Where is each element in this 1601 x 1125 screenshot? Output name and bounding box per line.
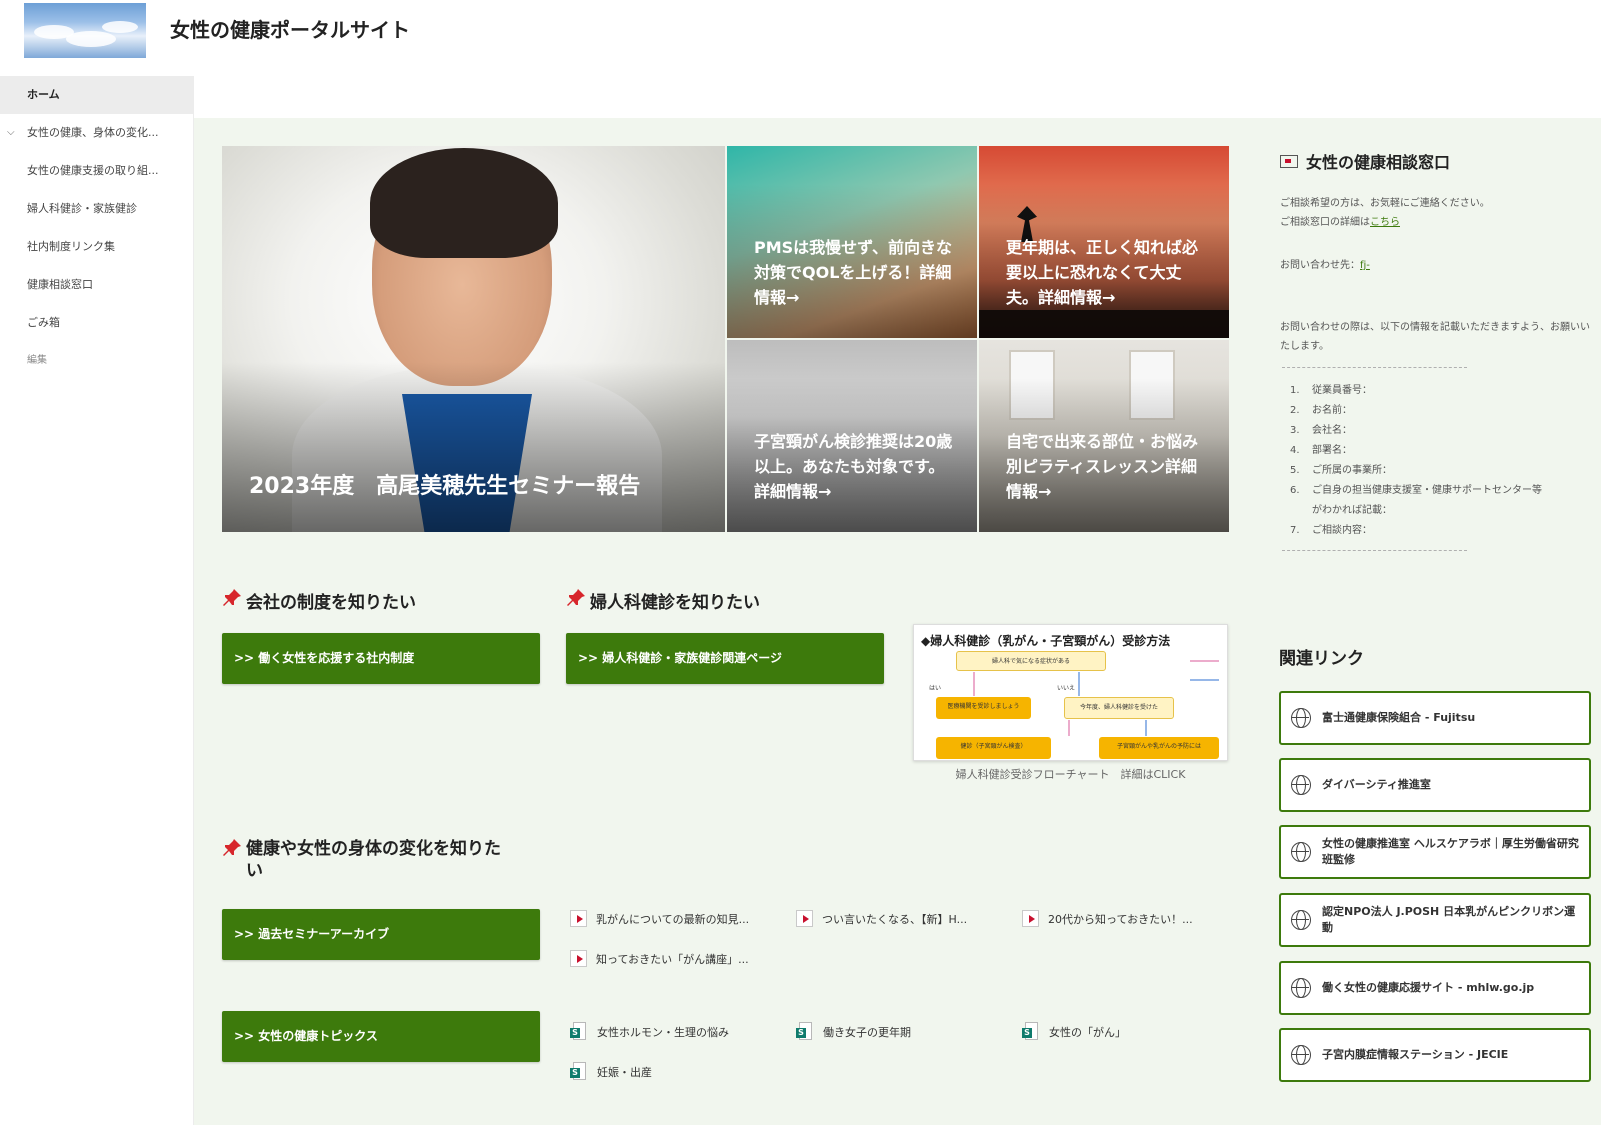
nav-item-recycle-bin[interactable]: ごみ箱 (0, 304, 193, 342)
hero-tile-caption: PMSは我慢せず、前向きな対策でQOLを上げる！詳細情報→ (754, 238, 953, 307)
video-link[interactable]: 20代から知っておきたい！... (1022, 910, 1193, 927)
hero-tile-caption: 更年期は、正しく知れば必要以上に恐れなくて大丈夫。詳細情報→ (1006, 238, 1199, 307)
hero-main-tile[interactable]: 2023年度 高尾美穂先生セミナー報告 (222, 146, 725, 532)
left-navigation: ホーム ⌵ 女性の健康、身体の変化... 女性の健康支援の取り組... 婦人科健… (0, 76, 194, 1125)
nav-item-initiatives[interactable]: 女性の健康支援の取り組... (0, 152, 193, 190)
hero-tile-menopause[interactable]: 更年期は、正しく知れば必要以上に恐れなくて大丈夫。詳細情報→ (979, 146, 1229, 338)
globe-icon (1291, 775, 1311, 795)
related-link-card[interactable]: 認定NPO法人 J.POSH 日本乳がんピンクリボン運動 (1279, 893, 1591, 947)
contact-title: 女性の健康相談窓口 (1280, 149, 1450, 173)
page-icon: S (1022, 1022, 1039, 1041)
site-title[interactable]: 女性の健康ポータルサイト (170, 14, 410, 43)
video-icon (796, 910, 813, 927)
flowchart-card[interactable]: ◆婦人科健診（乳がん・子宮頸がん）受診方法 婦人科で気になる症状がある はい い… (913, 624, 1228, 761)
divider (1282, 367, 1467, 368)
nav-item-policy-links[interactable]: 社内制度リンク集 (0, 228, 193, 266)
hero-photo-hair (370, 148, 558, 258)
company-policy-button[interactable]: >> 働く女性を応援する社内制度 (222, 633, 540, 684)
globe-icon (1291, 842, 1311, 862)
related-link-card[interactable]: 子宮内膜症情報ステーション - JECIE (1279, 1028, 1591, 1082)
topic-page-link[interactable]: S 妊娠・出産 (570, 1062, 652, 1081)
video-link[interactable]: 知っておきたい「がん講座」... (570, 950, 749, 967)
video-link[interactable]: 乳がんについての最新の知見... (570, 910, 749, 927)
contact-note: お問い合わせの際は、以下の情報を記載いただきますよう、お願いいたします。 (1280, 322, 1590, 352)
topic-page-link[interactable]: S 女性の「がん」 (1022, 1022, 1126, 1041)
hero-tile-pilates[interactable]: 自宅で出来る部位・お悩み別ピラティスレッスン詳細情報→ (979, 340, 1229, 532)
video-icon (570, 910, 587, 927)
section-heading-health: 健康や女性の身体の変化を知りたい (222, 838, 507, 882)
page-icon: S (796, 1022, 813, 1041)
globe-icon (1291, 978, 1311, 998)
flowchart-arrows (973, 660, 1219, 736)
nav-item-body-changes[interactable]: ⌵ 女性の健康、身体の変化... (0, 114, 193, 152)
topic-page-link[interactable]: S 働き女子の更年期 (796, 1022, 911, 1041)
hero-tile-cervical-cancer[interactable]: 子宮頸がん検診推奨は20歳以上。あなたも対象です。詳細情報→ (727, 340, 977, 532)
topic-page-link[interactable]: S 女性ホルモン・生理の悩み (570, 1022, 729, 1041)
contact-email-link[interactable]: fj- (1360, 260, 1370, 271)
pushpin-icon (223, 839, 241, 856)
hero-tile-caption: 自宅で出来る部位・お悩み別ピラティスレッスン詳細情報→ (1006, 432, 1199, 501)
site-logo[interactable] (24, 3, 146, 58)
video-icon (1022, 910, 1039, 927)
globe-icon (1291, 910, 1311, 930)
video-link[interactable]: つい言いたくなる、【新】H... (796, 910, 967, 927)
flowchart-caption[interactable]: 婦人科健診受診フローチャート 詳細はCLICK (913, 766, 1228, 782)
contact-intro: ご相談希望の方は、お気軽にご連絡ください。 ご相談窓口の詳細はこちら (1280, 198, 1490, 228)
contact-required-list: 1. 従業員番号： 2. お名前： 3. 会社名： 4. 部署名： 5. ご所属の事業所：… (1290, 385, 1542, 536)
video-icon (570, 950, 587, 967)
nav-item-label: 女性の健康、身体の変化... (27, 126, 159, 139)
pushpin-icon (567, 589, 585, 606)
hero-main-caption: 2023年度 高尾美穂先生セミナー報告 (249, 474, 641, 499)
page-icon: S (570, 1022, 587, 1041)
divider (1282, 550, 1467, 551)
related-link-card[interactable]: 女性の健康推進室 ヘルスケアラボ｜厚生労働省研究班監修 (1279, 825, 1591, 879)
nav-item-checkups[interactable]: 婦人科健診・家族健診 (0, 190, 193, 228)
related-links-title: 関連リンク (1279, 649, 1364, 669)
related-link-card[interactable]: ダイバーシティ推進室 (1279, 758, 1591, 812)
nav-item-consultation[interactable]: 健康相談窓口 (0, 266, 193, 304)
nav-item-home[interactable]: ホーム (0, 76, 193, 114)
globe-icon (1291, 708, 1311, 728)
nav-edit-link[interactable]: 編集 (0, 342, 193, 380)
hero-section: 2023年度 高尾美穂先生セミナー報告 PMSは我慢せず、前向きな対策でQOLを… (222, 146, 1230, 532)
mail-icon (1280, 154, 1298, 168)
hero-tile-pms[interactable]: PMSは我慢せず、前向きな対策でQOLを上げる！詳細情報→ (727, 146, 977, 338)
health-topics-button[interactable]: >> 女性の健康トピックス (222, 1011, 540, 1062)
page-icon: S (570, 1062, 587, 1081)
related-link-card[interactable]: 働く女性の健康応援サイト - mhlw.go.jp (1279, 961, 1591, 1015)
globe-icon (1291, 1045, 1311, 1065)
section-heading-company: 会社の制度を知りたい (222, 588, 416, 613)
pushpin-icon (223, 589, 241, 606)
hero-tile-caption: 子宮頸がん検診推奨は20歳以上。あなたも対象です。詳細情報→ (754, 432, 953, 501)
section-heading-checkup: 婦人科健診を知りたい (566, 588, 760, 613)
site-header: 女性の健康ポータルサイト (0, 0, 1601, 76)
checkup-page-button[interactable]: >> 婦人科健診・家族健診関連ページ (566, 633, 884, 684)
contact-inquiry: お問い合わせ先：fj- (1280, 260, 1370, 271)
seminar-archive-button[interactable]: >> 過去セミナーアーカイブ (222, 909, 540, 960)
chevron-down-icon[interactable]: ⌵ (7, 114, 15, 152)
contact-details-link[interactable]: こちら (1370, 217, 1400, 228)
related-link-card[interactable]: 富士通健康保険組合 - Fujitsu (1279, 691, 1591, 745)
